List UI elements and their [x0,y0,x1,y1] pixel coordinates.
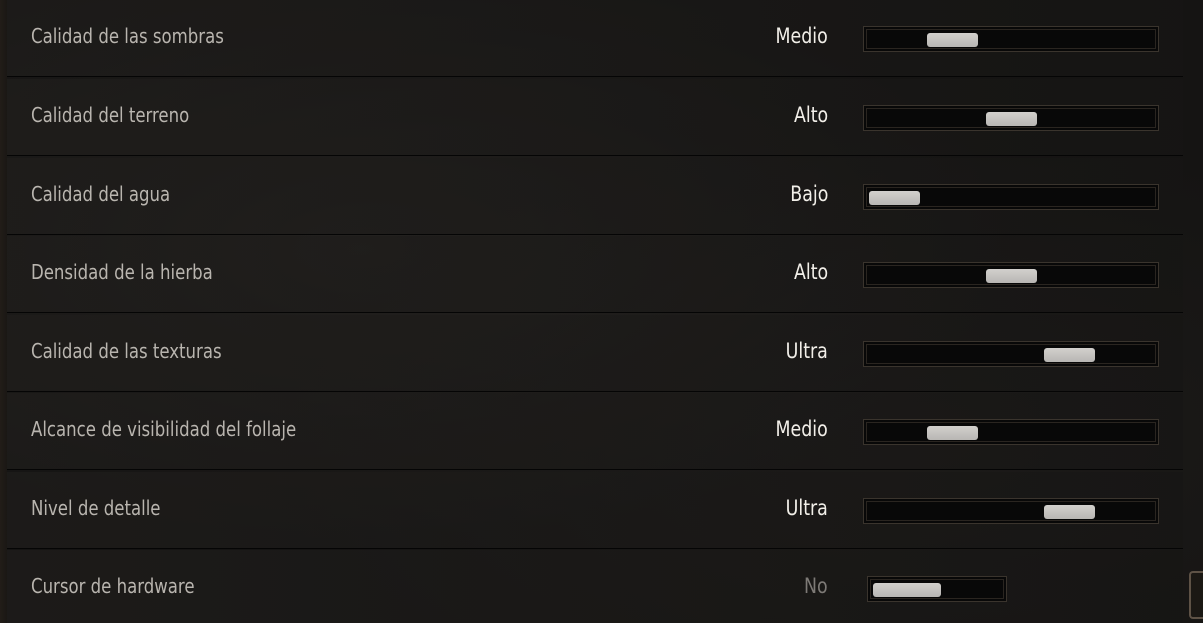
setting-value: Medio [775,417,828,441]
setting-label: Calidad del agua [31,182,171,206]
setting-label: Cursor de hardware [31,574,195,598]
setting-row-foliage-visibility[interactable]: Alcance de visibilidad del follaje Medio [7,393,1183,470]
slider-thumb[interactable] [869,191,920,205]
setting-slider[interactable] [863,105,1159,131]
setting-label: Calidad de las texturas [31,339,222,363]
setting-row-water-quality[interactable]: Calidad del agua Bajo [7,158,1183,235]
setting-value: Bajo [789,182,828,206]
setting-label: Densidad de la hierba [31,260,213,284]
setting-label: Alcance de visibilidad del follaje [31,417,297,441]
setting-row-detail-level[interactable]: Nivel de detalle Ultra [7,472,1183,549]
slider-thumb[interactable] [1043,505,1095,519]
setting-value: No [804,574,828,598]
setting-label: Nivel de detalle [31,496,161,520]
slider-thumb[interactable] [927,426,979,440]
setting-row-hardware-cursor[interactable]: Cursor de hardware No [7,550,1183,623]
toggle-thumb[interactable] [873,583,941,597]
setting-slider[interactable] [863,341,1159,367]
scrollbar-handle[interactable] [1189,571,1203,619]
setting-slider[interactable] [863,262,1159,288]
setting-row-grass-density[interactable]: Densidad de la hierba Alto [7,236,1183,313]
setting-slider[interactable] [863,26,1159,52]
setting-value: Ultra [785,496,828,520]
setting-toggle[interactable] [867,576,1007,602]
setting-value: Ultra [785,339,828,363]
setting-slider[interactable] [863,498,1159,524]
setting-label: Calidad de las sombras [31,24,224,48]
graphics-settings-panel: Calidad de las sombras Medio Calidad del… [0,0,1203,623]
panel-left-border [0,0,7,623]
slider-thumb[interactable] [927,33,979,47]
slider-thumb[interactable] [985,112,1037,126]
setting-row-shadow-quality[interactable]: Calidad de las sombras Medio [7,0,1183,77]
setting-value: Medio [775,24,828,48]
setting-row-terrain-quality[interactable]: Calidad del terreno Alto [7,79,1183,156]
setting-value: Alto [793,260,828,284]
setting-slider[interactable] [863,184,1159,210]
setting-row-texture-quality[interactable]: Calidad de las texturas Ultra [7,315,1183,392]
slider-thumb[interactable] [985,269,1037,283]
setting-slider[interactable] [863,419,1159,445]
setting-label: Calidad del terreno [31,103,190,127]
setting-value: Alto [793,103,828,127]
slider-thumb[interactable] [1043,348,1095,362]
